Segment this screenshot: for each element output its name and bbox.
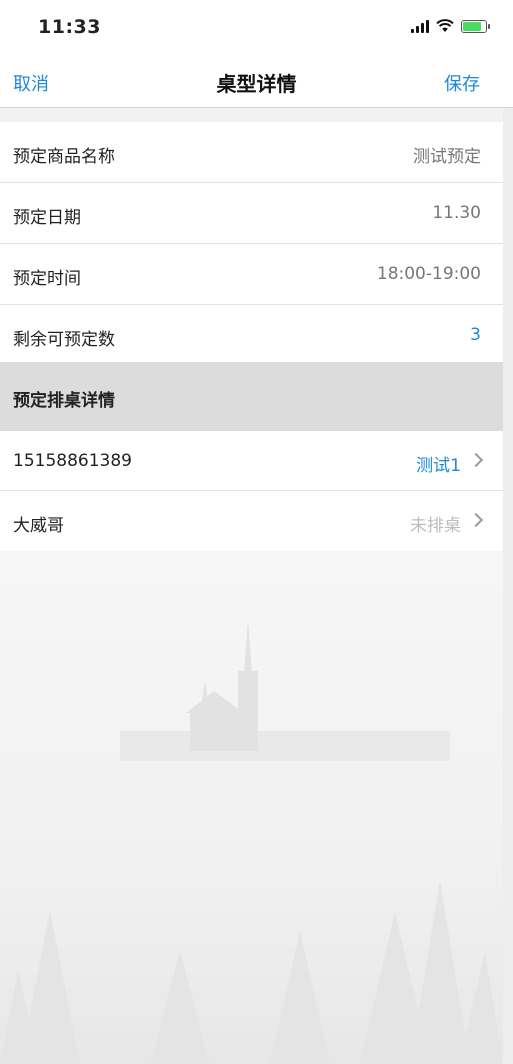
status-time: 11:33: [38, 16, 101, 38]
row-value: 未排桌: [410, 516, 461, 536]
row-label: 大威哥: [13, 516, 64, 536]
section-header: 预定排桌详情: [0, 362, 503, 431]
section-title: 预定排桌详情: [13, 391, 115, 411]
row-value: 11.30: [432, 203, 481, 223]
nav-bar: 取消 桌型详情 保存: [0, 50, 513, 108]
row-label: 15158861389: [13, 451, 132, 471]
page-title: 桌型详情: [216, 72, 297, 96]
battery-charging-icon: [461, 19, 490, 33]
detail-list: 预定商品名称 测试预定 预定日期 11.30 预定时间 18:00-19:00 …: [0, 122, 503, 363]
signal-icon: [411, 19, 429, 33]
detail-row-remaining: 剩余可预定数 3: [0, 305, 503, 363]
status-icons: [411, 19, 490, 33]
row-label: 剩余可预定数: [13, 330, 115, 350]
row-value: 测试预定: [413, 147, 481, 167]
row-label: 预定时间: [13, 269, 81, 289]
detail-row-product-name: 预定商品名称 测试预定: [0, 122, 503, 183]
row-value: 3: [470, 325, 481, 345]
background-image: [0, 551, 503, 1064]
row-label: 预定商品名称: [13, 147, 115, 167]
row-label: 预定日期: [13, 208, 81, 228]
chevron-right-icon: [468, 512, 484, 528]
table-row[interactable]: 15158861389 测试1: [0, 431, 503, 491]
save-button[interactable]: 保存: [444, 70, 480, 96]
row-value: 18:00-19:00: [376, 264, 481, 284]
table-row[interactable]: 大威哥 未排桌: [0, 491, 503, 551]
wifi-icon: [436, 19, 454, 32]
detail-row-date: 预定日期 11.30: [0, 183, 503, 244]
section-gap: [0, 108, 503, 122]
table-assignment-list: 15158861389 测试1 大威哥 未排桌: [0, 431, 503, 551]
chevron-right-icon: [468, 452, 484, 468]
right-edge-strip: [503, 108, 513, 1064]
row-value: 测试1: [416, 456, 461, 476]
status-bar: 11:33: [0, 0, 513, 50]
detail-row-time: 预定时间 18:00-19:00: [0, 244, 503, 305]
